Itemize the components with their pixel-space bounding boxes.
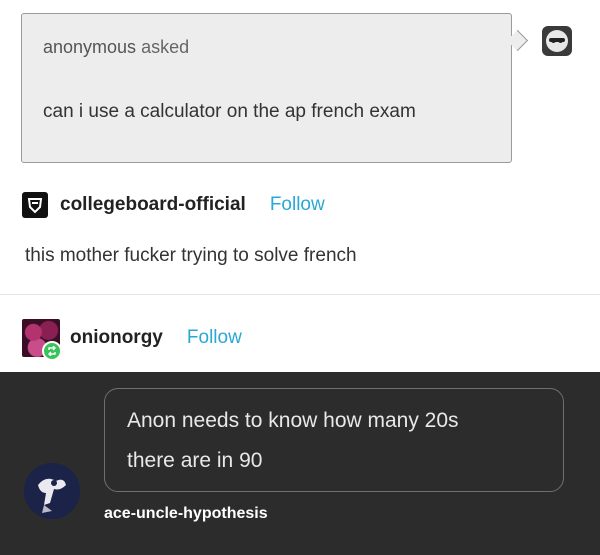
reply-bubble — [104, 388, 564, 492]
onionorgy-avatar[interactable] — [22, 319, 62, 361]
reblog-icon — [42, 341, 62, 361]
reply-text-line-2: there are in 90 — [127, 449, 263, 472]
follow-button[interactable]: Follow — [187, 327, 242, 349]
reply-author-name[interactable]: ace-uncle-hypothesis — [104, 505, 268, 523]
reply-text-line-1: Anon needs to know how many 20s — [127, 409, 459, 432]
ask-header: anonymous asked — [43, 37, 189, 58]
follow-button[interactable]: Follow — [270, 194, 325, 216]
asker-name[interactable]: anonymous — [43, 37, 136, 57]
post-text: this mother fucker trying to solve frenc… — [25, 245, 357, 266]
reblog-header-onionorgy: onionorgy Follow — [22, 318, 242, 361]
ace-uncle-hypothesis-avatar[interactable] — [24, 463, 80, 519]
blog-name[interactable]: onionorgy — [70, 327, 163, 349]
reblog-header-collegeboard: collegeboard-official Follow — [22, 190, 325, 220]
blog-name[interactable]: collegeboard-official — [60, 194, 246, 216]
ask-question: can i use a calculator on the ap french … — [43, 101, 416, 122]
collegeboard-avatar-icon[interactable] — [22, 192, 48, 218]
asked-label: asked — [141, 37, 190, 57]
anonymous-avatar-icon[interactable] — [542, 26, 572, 56]
divider — [0, 294, 600, 295]
ask-box: anonymous asked can i use a calculator o… — [21, 13, 512, 163]
